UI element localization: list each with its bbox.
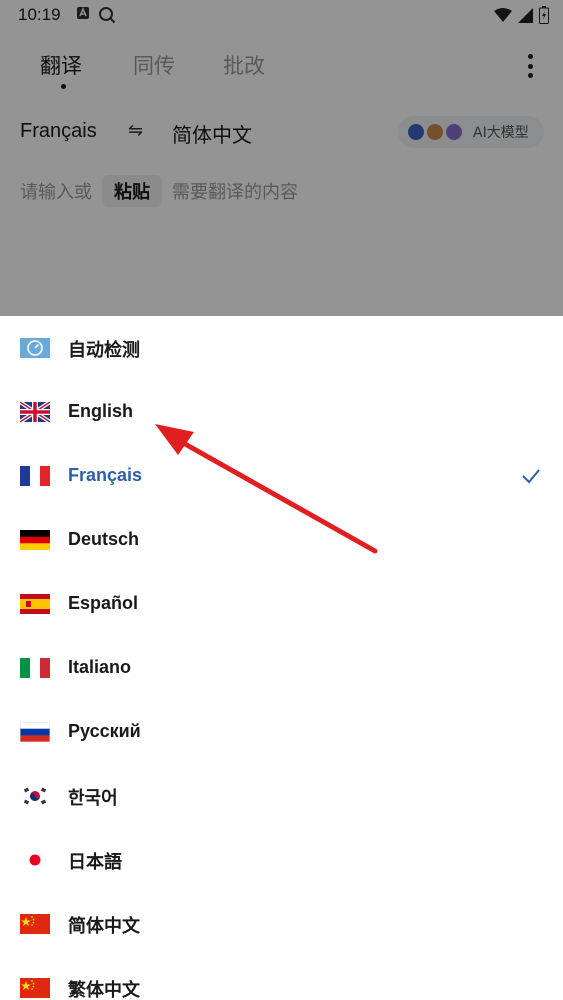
language-label: 日本語 <box>68 852 122 873</box>
language-label: 한국어 <box>68 788 118 809</box>
language-option-japanese[interactable]: 日本語 <box>0 828 563 892</box>
language-picker-sheet: 自动检测 English Français Deutsch Español It… <box>0 316 563 1000</box>
korea-flag-icon <box>20 786 50 806</box>
russia-flag-icon <box>20 722 50 742</box>
japan-flag-icon <box>20 850 50 870</box>
modal-scrim[interactable] <box>0 0 563 316</box>
language-option-russian[interactable]: Русский <box>0 700 563 764</box>
language-option-spanish[interactable]: Español <box>0 572 563 636</box>
italy-flag-icon <box>20 658 50 678</box>
language-option-english[interactable]: English <box>0 380 563 444</box>
language-label: Italiano <box>68 657 132 677</box>
language-label: Français <box>68 465 143 485</box>
spain-flag-icon <box>20 594 50 614</box>
checkmark-icon <box>522 469 540 484</box>
language-label: Русский <box>68 721 141 741</box>
china-flag-icon <box>20 914 50 934</box>
language-option-traditional-chinese[interactable]: 繁体中文 <box>0 956 563 1000</box>
language-label: English <box>68 401 134 421</box>
language-label: 自动检测 <box>68 340 140 361</box>
language-option-italian[interactable]: Italiano <box>0 636 563 700</box>
china-flag-icon <box>20 978 50 998</box>
germany-flag-icon <box>20 530 50 550</box>
language-label: Español <box>68 593 139 613</box>
language-label: 简体中文 <box>68 916 140 937</box>
france-flag-icon <box>20 466 50 486</box>
language-label: Deutsch <box>68 529 140 549</box>
language-option-korean[interactable]: 한국어 <box>0 764 563 828</box>
uk-flag-icon <box>20 402 50 422</box>
language-option-german[interactable]: Deutsch <box>0 508 563 572</box>
language-option-auto-detect[interactable]: 自动检测 <box>0 316 563 380</box>
language-option-simplified-chinese[interactable]: 简体中文 <box>0 892 563 956</box>
language-option-french[interactable]: Français <box>0 444 563 508</box>
language-label: 繁体中文 <box>68 980 140 1000</box>
auto-detect-icon <box>20 338 50 358</box>
